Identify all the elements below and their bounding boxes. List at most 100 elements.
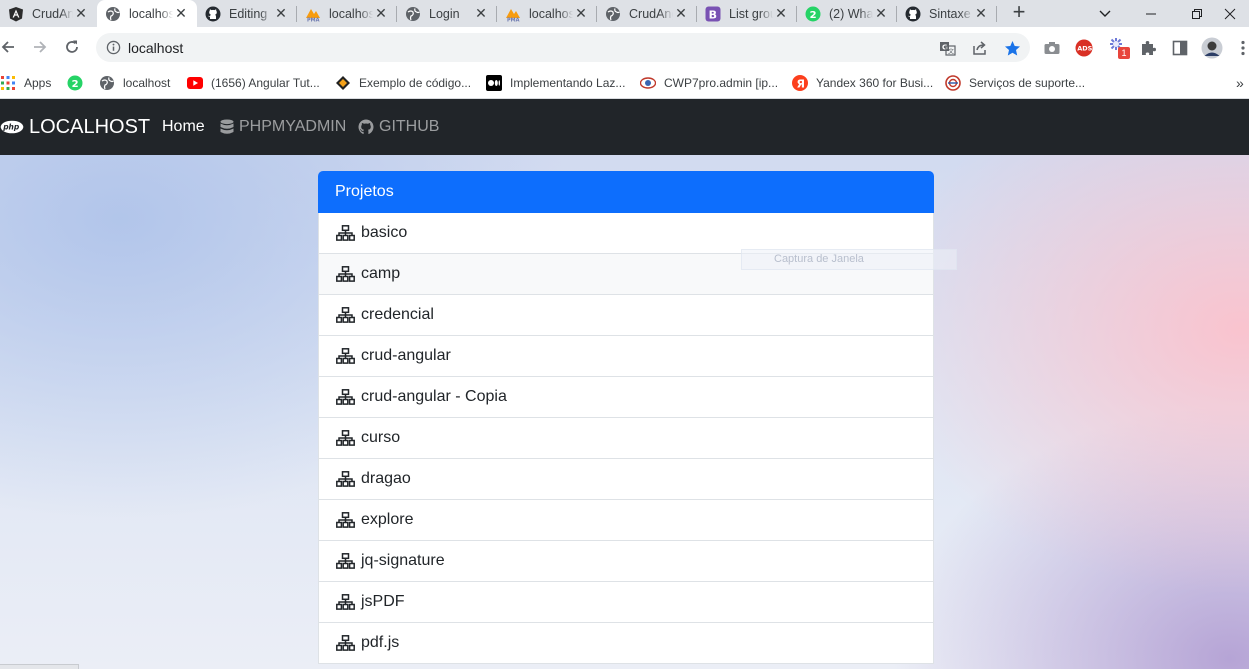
project-name: pdf.js	[361, 634, 400, 651]
yandex-icon: Я	[792, 75, 808, 91]
site-navbar: php LOCALHOST Home PHPMYADMIN GITHUB	[0, 99, 1249, 155]
profile-avatar[interactable]	[1201, 37, 1223, 59]
svg-text:PMA: PMA	[307, 17, 320, 22]
bookmark-label: (1656) Angular Tut...	[211, 76, 320, 90]
project-name: explore	[361, 511, 414, 528]
bookmark-whatsapp[interactable]: 2	[67, 72, 91, 94]
project-item[interactable]: crud-angular - Copia	[318, 377, 934, 418]
extensions-puzzle-icon[interactable]	[1138, 38, 1158, 58]
forward-button[interactable]	[28, 35, 52, 59]
tab-search-button[interactable]	[1082, 0, 1128, 27]
bookmark-implementando[interactable]: Implementando Laz...	[486, 72, 625, 94]
close-icon[interactable]: ✕	[573, 5, 589, 22]
nav-home-label: Home	[162, 118, 205, 135]
close-icon[interactable]: ✕	[173, 5, 189, 22]
globe-icon	[105, 6, 121, 22]
tab-github-sintaxe[interactable]: Sintaxe ✕	[897, 0, 997, 27]
bookmark-angular-tutorial[interactable]: (1656) Angular Tut...	[187, 72, 320, 94]
nav-phpmyadmin-label: PHPMYADMIN	[239, 118, 347, 135]
project-item[interactable]: jq-signature	[318, 541, 934, 582]
extension-icon[interactable]: 1	[1106, 36, 1132, 60]
tab-crud-angular-2[interactable]: CrudAngular ✕	[597, 0, 697, 27]
horizontal-scrollbar[interactable]	[0, 664, 79, 669]
reload-button[interactable]	[60, 35, 84, 59]
minimize-button[interactable]	[1128, 0, 1174, 27]
close-icon[interactable]: ✕	[473, 5, 489, 22]
project-item[interactable]: pdf.js	[318, 623, 934, 664]
info-icon[interactable]	[106, 40, 121, 55]
menu-dots-icon[interactable]	[1237, 38, 1249, 58]
close-icon[interactable]: ✕	[973, 5, 989, 22]
arrow-right-icon	[34, 41, 47, 53]
tab-bootstrap-list-group[interactable]: B List group ✕	[697, 0, 797, 27]
translate-icon[interactable]: G文	[938, 39, 956, 57]
close-window-button[interactable]	[1211, 0, 1249, 27]
sitemap-icon	[336, 225, 355, 241]
sitemap-icon	[336, 594, 355, 610]
sitemap-icon	[336, 553, 355, 569]
reload-icon	[66, 40, 78, 53]
tab-login[interactable]: Login ✕	[397, 0, 497, 27]
apps-grid-icon	[0, 75, 16, 91]
youtube-icon	[187, 75, 203, 91]
tab-phpmyadmin-2[interactable]: PMA localhost ✕	[497, 0, 597, 27]
bookmark-cwp7pro[interactable]: CWP7pro.admin [ip...	[640, 72, 778, 94]
tab-title: localhost	[329, 6, 373, 21]
more-bookmarks-button[interactable]: »	[1236, 72, 1244, 94]
side-panel-icon[interactable]	[1170, 38, 1190, 58]
address-text[interactable]: localhost	[128, 40, 183, 56]
project-name: credencial	[361, 306, 434, 323]
project-item[interactable]: dragao	[318, 459, 934, 500]
close-icon[interactable]: ✕	[873, 5, 889, 22]
sitemap-icon	[336, 635, 355, 651]
share-icon[interactable]	[971, 39, 989, 57]
database-icon	[220, 119, 234, 135]
phpmyadmin-icon: PMA	[505, 6, 521, 22]
tab-title: localhost	[529, 6, 573, 21]
project-item[interactable]: basico	[318, 213, 934, 254]
bookmark-localhost[interactable]: localhost	[99, 72, 170, 94]
close-icon[interactable]: ✕	[273, 5, 289, 22]
globe-icon	[605, 6, 621, 22]
project-item[interactable]: crud-angular	[318, 336, 934, 377]
svg-text:2: 2	[72, 79, 79, 90]
project-name: jsPDF	[361, 593, 405, 610]
bookmark-apps[interactable]: Apps	[0, 72, 51, 94]
tab-crud-angular[interactable]: CrudAngular ✕	[0, 0, 97, 27]
arrow-left-icon	[1, 41, 14, 53]
bootstrap-icon: B	[705, 6, 721, 22]
github-icon	[205, 6, 221, 22]
navbar-brand[interactable]: php LOCALHOST	[0, 99, 150, 155]
back-button[interactable]	[0, 35, 20, 59]
project-name: dragao	[361, 470, 411, 487]
brand-text: LOCALHOST	[29, 115, 151, 138]
close-icon[interactable]: ✕	[373, 5, 389, 22]
nav-phpmyadmin[interactable]: PHPMYADMIN	[220, 99, 346, 155]
adblock-icon[interactable]: ADS	[1074, 38, 1094, 58]
bookmark-servicos-suporte[interactable]: Serviços de suporte...	[945, 72, 1085, 94]
nav-home[interactable]: Home	[162, 99, 205, 155]
project-item[interactable]: credencial	[318, 295, 934, 336]
globe-icon	[405, 6, 421, 22]
bookmark-label: Serviços de suporte...	[969, 76, 1086, 90]
sitemap-icon	[336, 389, 355, 405]
new-tab-button[interactable]: +	[1008, 1, 1030, 24]
address-bar[interactable]: localhost G文	[96, 33, 1030, 62]
tab-github-editing[interactable]: Editing ✕	[197, 0, 297, 27]
tab-localhost-active[interactable]: localhost ✕	[97, 0, 197, 27]
project-item[interactable]: curso	[318, 418, 934, 459]
close-icon[interactable]: ✕	[73, 5, 89, 22]
tab-phpmyadmin-1[interactable]: PMA localhost ✕	[297, 0, 397, 27]
camera-icon[interactable]	[1042, 38, 1062, 58]
bookmark-yandex[interactable]: Я Yandex 360 for Busi...	[792, 72, 933, 94]
project-item[interactable]: explore	[318, 500, 934, 541]
nav-github[interactable]: GITHUB	[358, 99, 439, 155]
project-name: jq-signature	[361, 552, 445, 569]
tab-whatsapp[interactable]: 2 (2) WhatsApp ✕	[797, 0, 897, 27]
bookmark-exemplo-codigo[interactable]: Exemplo de código...	[335, 72, 471, 94]
project-item[interactable]: jsPDF	[318, 582, 934, 623]
bookmark-star-icon[interactable]	[1003, 39, 1021, 57]
close-icon[interactable]: ✕	[673, 5, 689, 22]
sitemap-icon	[336, 471, 355, 487]
close-icon[interactable]: ✕	[773, 5, 789, 22]
